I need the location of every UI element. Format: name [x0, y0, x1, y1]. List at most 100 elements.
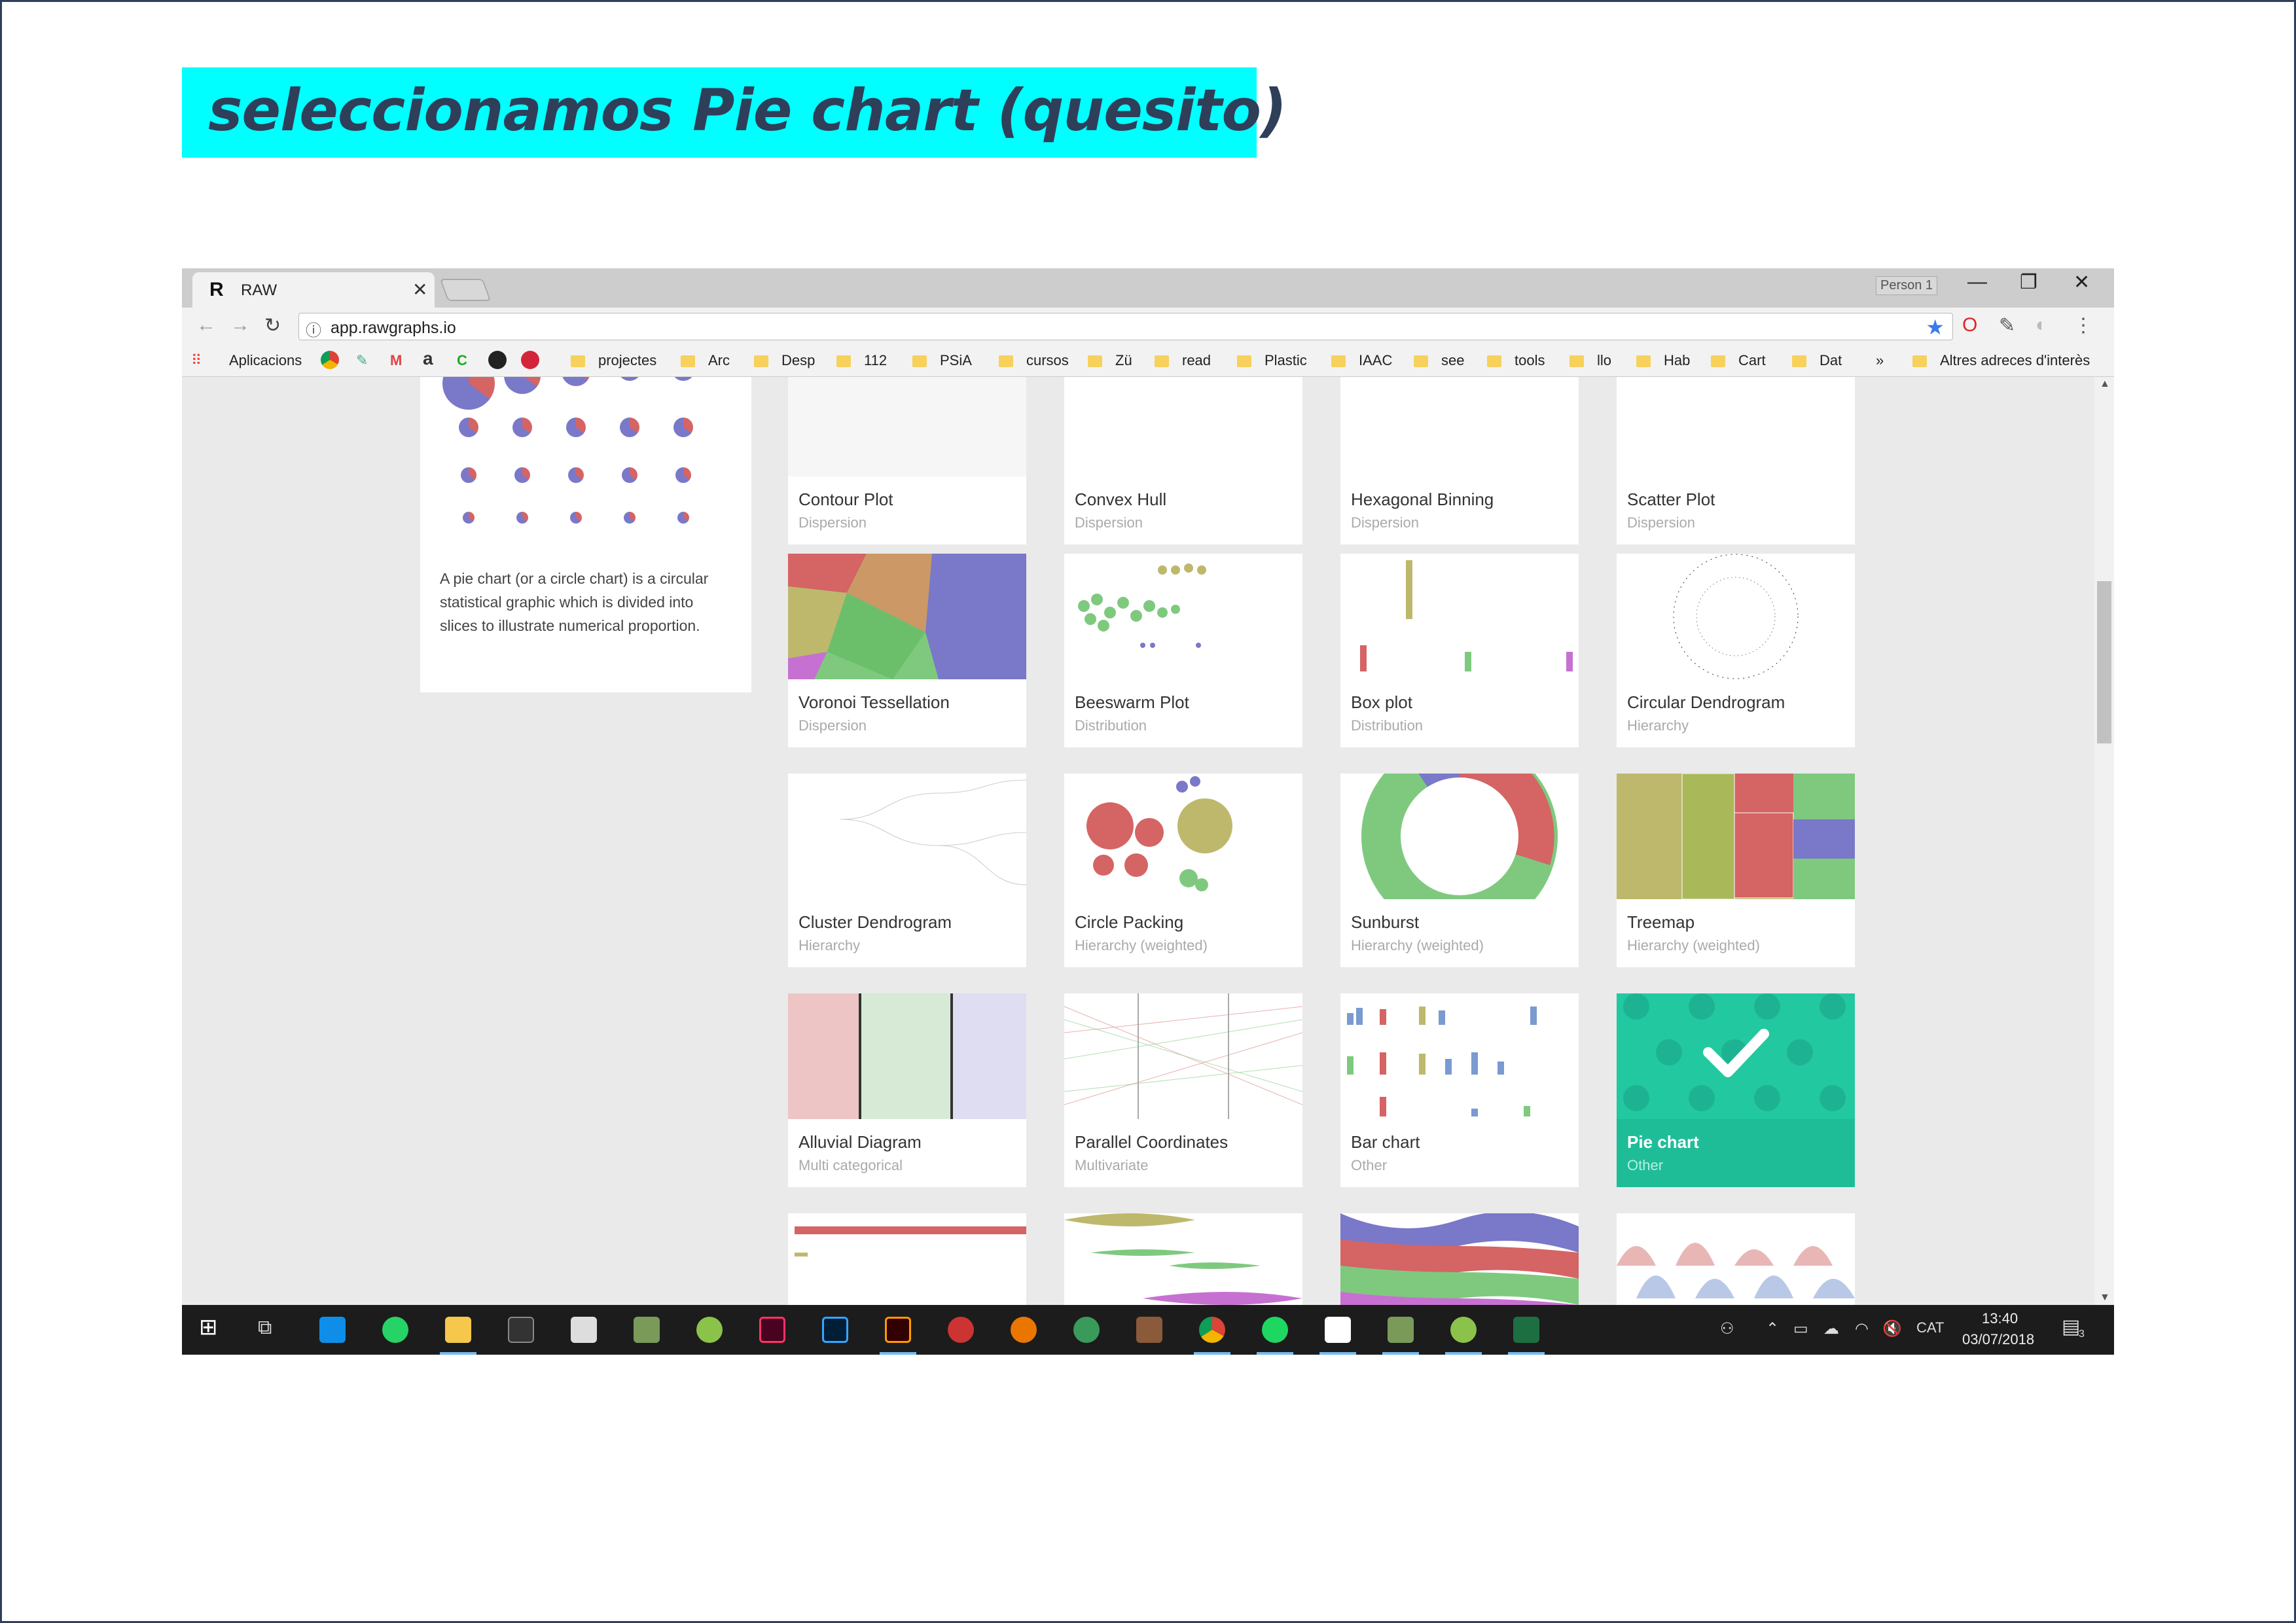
terminal-icon[interactable] [508, 1317, 534, 1343]
bookmark-folder[interactable]: 112 [836, 352, 887, 369]
maps-bookmark-icon[interactable]: ✎ [356, 352, 368, 369]
chart-card[interactable]: Sunburst Hierarchy (weighted) [1340, 774, 1579, 967]
image-app-icon[interactable] [1388, 1317, 1414, 1343]
more-bookmarks-button[interactable]: » [1876, 352, 1884, 369]
chart-card[interactable]: Treemap Hierarchy (weighted) [1617, 774, 1855, 967]
chart-card[interactable]: Voronoi Tessellation Dispersion [788, 554, 1026, 747]
spotify-bookmark-icon[interactable] [488, 351, 507, 369]
chart-card[interactable]: Horizon graph [1617, 1213, 1855, 1305]
clock-time[interactable]: 13:40 [1982, 1310, 2018, 1327]
bookmark-folder[interactable]: projectes [571, 352, 656, 369]
chevron-up-icon[interactable]: ⌃ [1766, 1319, 1779, 1338]
bookmark-folder[interactable]: Hab [1636, 352, 1690, 369]
app-icon[interactable] [571, 1317, 597, 1343]
forward-icon[interactable]: → [230, 314, 250, 336]
chart-card[interactable]: Bump Chart [1340, 1213, 1579, 1305]
gmail-bookmark-icon[interactable]: M [390, 352, 402, 369]
opera-extension-icon[interactable]: O [1962, 314, 1977, 336]
bookmark-folder[interactable]: IAAC [1331, 352, 1392, 369]
scrollbar-thumb[interactable] [2097, 581, 2111, 743]
scroll-up-icon[interactable]: ▲ [2100, 378, 2110, 390]
chart-card[interactable]: Hexagonal Binning Dispersion [1340, 377, 1579, 544]
app-icon[interactable] [1136, 1317, 1162, 1343]
bookmark-star-icon[interactable]: ★ [1926, 315, 1945, 340]
chart-card[interactable]: Area graph [1064, 1213, 1302, 1305]
cloud-icon[interactable]: ☁ [1823, 1319, 1839, 1338]
eyedropper-extension-icon[interactable]: ✎ [1999, 314, 2015, 337]
close-tab-icon[interactable]: ✕ [412, 279, 427, 300]
address-bar[interactable]: ⓘ app.rawgraphs.io ★ [298, 313, 1953, 340]
spotify-icon[interactable] [1262, 1317, 1288, 1343]
excel-icon[interactable] [1513, 1317, 1539, 1343]
chart-card[interactable]: Cluster Dendrogram Hierarchy [788, 774, 1026, 967]
bookmark-aplicacions[interactable]: Aplicacions [229, 352, 302, 369]
wifi-icon[interactable]: ◠ [1855, 1319, 1869, 1338]
tab-raw[interactable]: R RAW ✕ [192, 272, 435, 308]
chart-card[interactable]: Beeswarm Plot Distribution [1064, 554, 1302, 747]
sticky-notes-icon[interactable] [1325, 1317, 1351, 1343]
chart-card[interactable]: Circular Dendrogram Hierarchy [1617, 554, 1855, 747]
photoshop-icon[interactable] [822, 1317, 848, 1343]
chart-card[interactable]: Circle Packing Hierarchy (weighted) [1064, 774, 1302, 967]
menu-icon[interactable]: ⋮ [2073, 314, 2093, 337]
chart-card[interactable]: Bar chart Other [1340, 993, 1579, 1187]
bookmark-folder[interactable]: llo [1570, 352, 1611, 369]
reload-icon[interactable]: ↻ [264, 314, 281, 337]
blender-icon[interactable] [1011, 1317, 1037, 1343]
bookmark-folder[interactable]: cursos [999, 352, 1069, 369]
clock-date[interactable]: 03/07/2018 [1962, 1331, 2034, 1348]
info-icon[interactable]: ⓘ [306, 317, 321, 340]
new-tab-button[interactable] [439, 279, 492, 301]
bookmark-folder[interactable]: Plastic [1237, 352, 1307, 369]
scroll-down-icon[interactable]: ▼ [2100, 1292, 2110, 1304]
back-icon[interactable]: ← [196, 314, 216, 336]
chrome-icon[interactable] [1199, 1317, 1225, 1343]
chart-card[interactable]: Alluvial Diagram Multi categorical [788, 993, 1026, 1187]
refresh-bookmark-icon[interactable]: C [457, 352, 467, 369]
whatsapp-icon[interactable] [382, 1317, 408, 1343]
chart-card[interactable]: Parallel Coordinates Multivariate [1064, 993, 1302, 1187]
file-explorer-icon[interactable] [445, 1317, 471, 1343]
chart-card[interactable]: Pie chart Other [1617, 993, 1855, 1187]
app-icon[interactable] [948, 1317, 974, 1343]
apps-icon[interactable]: ⠿ [191, 352, 202, 369]
qgis-icon[interactable] [1450, 1317, 1477, 1343]
bookmark-folder[interactable]: PSiA [912, 352, 972, 369]
people-icon[interactable]: ⚇ [1720, 1319, 1734, 1338]
bookmark-folder[interactable]: tools [1487, 352, 1545, 369]
chart-card[interactable]: Scatter Plot Dispersion [1617, 377, 1855, 544]
app-icon[interactable] [1073, 1317, 1100, 1343]
extension-icon[interactable]: ◐ [2036, 314, 2047, 336]
volume-muted-icon[interactable]: 🔇 [1882, 1319, 1902, 1338]
bookmark-folder[interactable]: read [1155, 352, 1211, 369]
close-window-icon[interactable]: ✕ [2073, 271, 2090, 294]
minimize-icon[interactable]: — [1967, 271, 1987, 293]
chart-card[interactable]: Convex Hull Dispersion [1064, 377, 1302, 544]
bookmark-folder[interactable]: Cart [1711, 352, 1766, 369]
pinterest-bookmark-icon[interactable] [521, 351, 539, 369]
chart-card[interactable]: Box plot Distribution [1340, 554, 1579, 747]
battery-icon[interactable]: ▭ [1793, 1319, 1808, 1338]
notifications-icon[interactable]: ▤ [2062, 1315, 2080, 1338]
bookmark-folder[interactable]: Dat [1792, 352, 1842, 369]
bookmark-folder[interactable]: see [1414, 352, 1464, 369]
teamviewer-icon[interactable] [319, 1317, 346, 1343]
bookmark-other[interactable]: Altres adreces d'interès [1912, 352, 2090, 369]
indesign-icon[interactable] [759, 1317, 785, 1343]
qgis-icon[interactable] [696, 1317, 723, 1343]
windows-start-icon[interactable]: ⊞ [199, 1314, 218, 1340]
bookmark-folder[interactable]: Desp [754, 352, 815, 369]
profile-button[interactable]: Person 1 [1876, 276, 1938, 295]
amazon-bookmark-icon[interactable]: a [423, 348, 433, 369]
scrollbar[interactable]: ▲ ▼ [2094, 377, 2114, 1305]
task-view-icon[interactable]: ⧉ [258, 1317, 272, 1339]
bookmark-folder[interactable]: Zü [1088, 352, 1132, 369]
chrome-bookmark-icon[interactable] [321, 351, 339, 369]
restore-icon[interactable]: ❐ [2020, 271, 2037, 294]
bookmark-folder[interactable]: Arc [681, 352, 730, 369]
chart-card[interactable]: Contour Plot Dispersion [788, 377, 1026, 544]
image-viewer-icon[interactable] [634, 1317, 660, 1343]
illustrator-icon[interactable] [885, 1317, 911, 1343]
language-indicator[interactable]: CAT [1916, 1319, 1944, 1336]
chart-card[interactable]: Gantt Chart [788, 1213, 1026, 1305]
